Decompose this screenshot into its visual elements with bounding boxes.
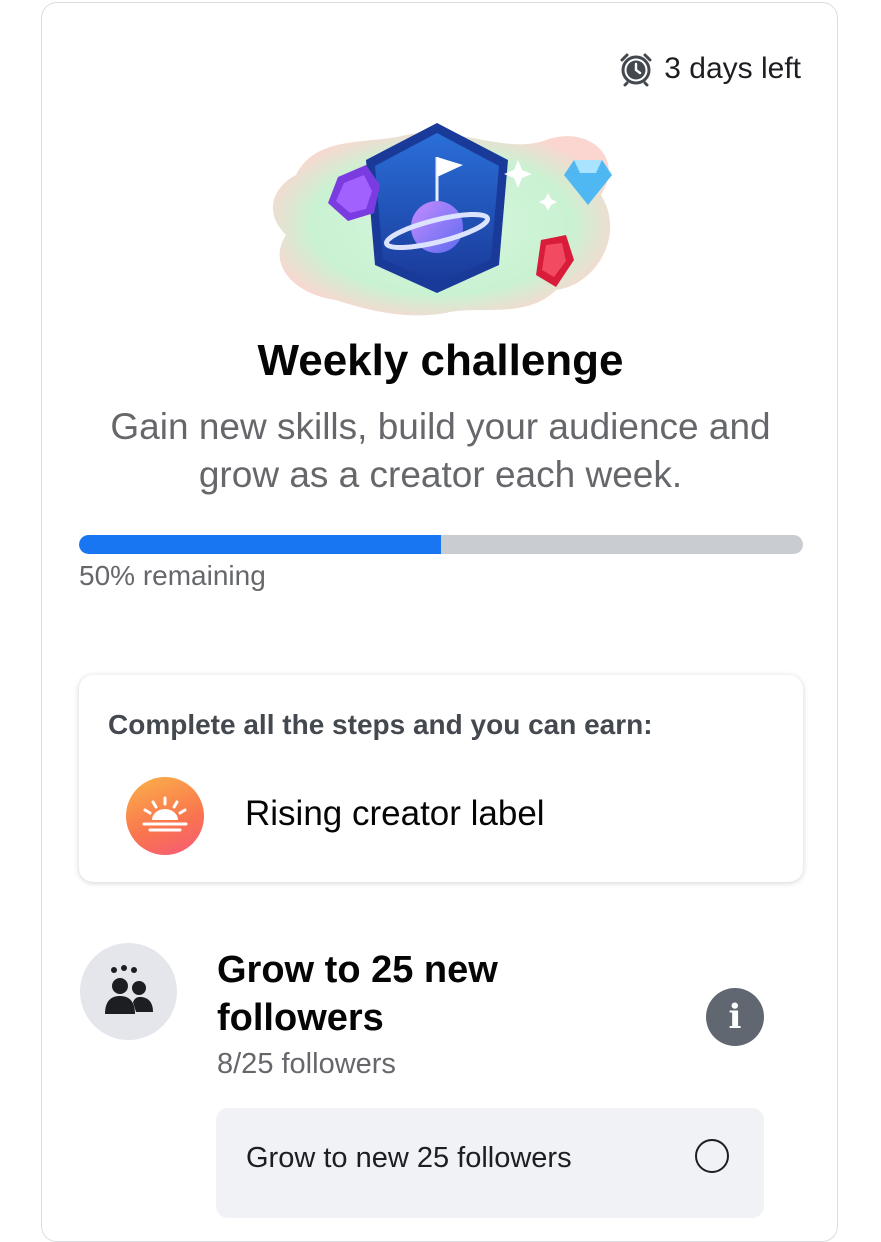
weekly-challenge-card: 3 days left Weekly challenge Gain new sk… [41,2,838,1242]
sunrise-icon [126,777,204,855]
challenge-title: Weekly challenge [257,336,624,385]
reward-box: Complete all the steps and you can earn:… [79,675,803,882]
task-progress: 8/25 followers [217,1048,396,1080]
challenge-subtitle: Gain new skills, build your audience and… [110,406,771,495]
reward-intro: Complete all the steps and you can earn: [108,709,653,740]
reward-label: Rising creator label [245,794,545,833]
challenge-progress-bar [79,535,803,554]
time-left-text: 3 days left [664,52,801,85]
time-left-indicator: 3 days left [618,51,801,87]
planet-badge-illustration [256,115,618,325]
step-checkbox-circle[interactable] [695,1139,729,1173]
followers-icon [80,943,177,1040]
alarm-clock-icon [618,51,654,87]
task-step-label: Grow to new 25 followers [246,1142,572,1174]
info-icon[interactable]: i [706,988,764,1046]
task-title: Grow to 25 new followers [217,949,498,1039]
progress-label: 50% remaining [79,560,266,591]
task-step-row[interactable]: Grow to new 25 followers [216,1108,764,1218]
progress-bar-fill [79,535,441,554]
